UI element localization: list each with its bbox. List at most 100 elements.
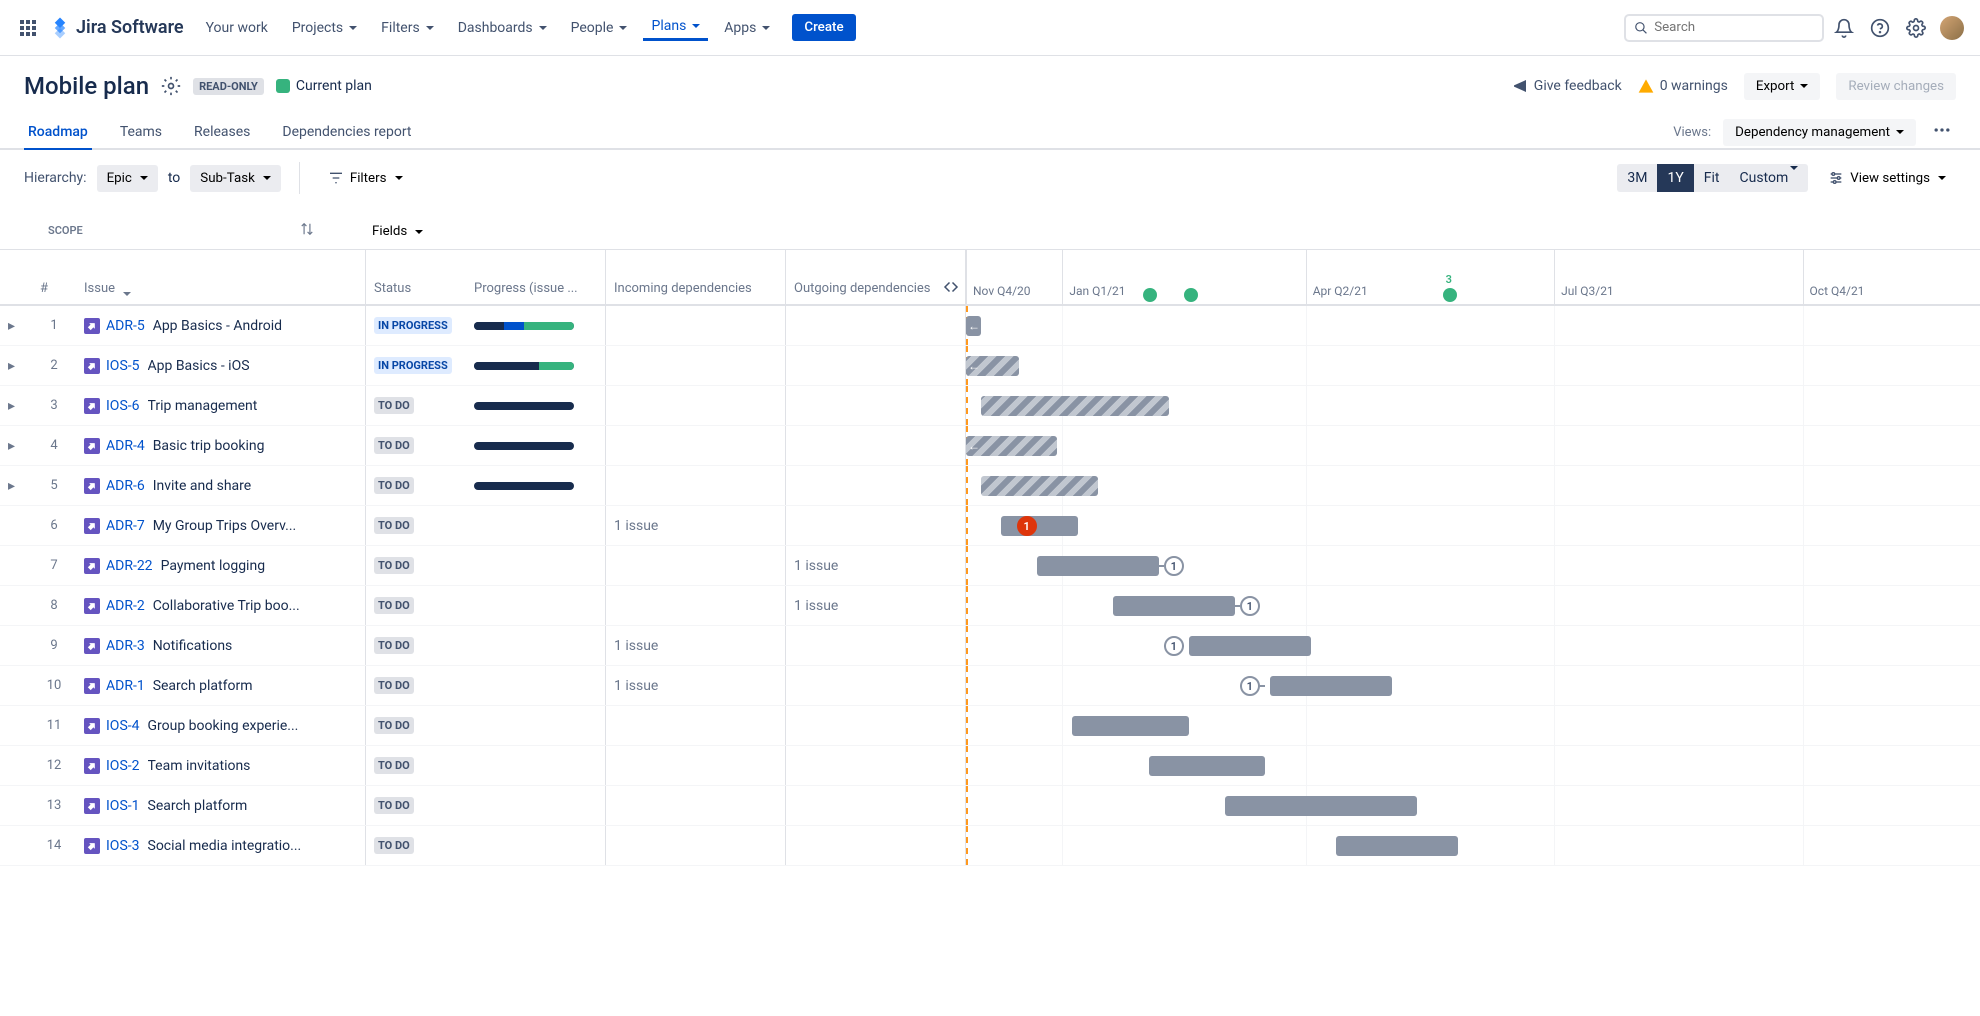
notifications-icon[interactable] [1828, 12, 1860, 44]
tab-roadmap[interactable]: Roadmap [24, 116, 92, 150]
warnings-button[interactable]: 0 warnings [1638, 78, 1728, 94]
tab-releases[interactable]: Releases [190, 116, 254, 148]
expand-icon[interactable]: ▸ [8, 318, 24, 334]
zoom-custom[interactable]: Custom [1729, 164, 1808, 192]
issue-key[interactable]: IOS-1 [106, 798, 140, 814]
nav-dashboards[interactable]: Dashboards [450, 16, 555, 40]
gantt-bar[interactable]: ← [966, 436, 1057, 456]
release-marker[interactable] [1184, 288, 1198, 302]
table-row[interactable]: 9ADR-3NotificationsTO DO1 issue1 [0, 626, 1980, 666]
collapse-columns-icon[interactable] [942, 280, 960, 298]
status-badge[interactable]: IN PROGRESS [374, 357, 452, 374]
gantt-bar[interactable] [1001, 516, 1077, 536]
nav-plans[interactable]: Plans [643, 14, 708, 41]
table-row[interactable]: 13IOS-1Search platformTO DO [0, 786, 1980, 826]
issue-key[interactable]: IOS-4 [106, 718, 140, 734]
status-badge[interactable]: TO DO [374, 677, 414, 694]
table-row[interactable]: 6ADR-7My Group Trips Overv...TO DO1 issu… [0, 506, 1980, 546]
expand-icon[interactable]: ▸ [8, 398, 24, 414]
gantt-bar[interactable] [981, 476, 1098, 496]
table-row[interactable]: 8ADR-2Collaborative Trip boo...TO DO1 is… [0, 586, 1980, 626]
gantt-bar[interactable] [1113, 596, 1235, 616]
release-marker[interactable] [1143, 288, 1157, 302]
table-row[interactable]: ▸4ADR-4Basic trip bookingTO DO← [0, 426, 1980, 466]
status-badge[interactable]: TO DO [374, 397, 414, 414]
dependency-badge[interactable]: 1 [1240, 676, 1260, 696]
table-row[interactable]: 10ADR-1Search platformTO DO1 issue1 [0, 666, 1980, 706]
nav-projects[interactable]: Projects [284, 16, 365, 40]
issue-key[interactable]: ADR-4 [106, 438, 145, 454]
zoom-3m[interactable]: 3M [1617, 164, 1657, 192]
status-badge[interactable]: TO DO [374, 637, 414, 654]
jira-logo[interactable]: Jira Software [48, 16, 184, 40]
issue-key[interactable]: IOS-3 [106, 838, 140, 854]
table-row[interactable]: ▸2IOS-5App Basics - iOSIN PROGRESS← [0, 346, 1980, 386]
release-marker[interactable] [1443, 288, 1457, 302]
table-row[interactable]: ▸3IOS-6Trip managementTO DO [0, 386, 1980, 426]
view-settings-button[interactable]: View settings [1818, 164, 1956, 192]
status-badge[interactable]: TO DO [374, 837, 414, 854]
issue-key[interactable]: ADR-5 [106, 318, 145, 334]
issue-key[interactable]: ADR-22 [106, 558, 153, 574]
dependency-badge[interactable]: 1 [1164, 556, 1184, 576]
table-row[interactable]: 11IOS-4Group booking experie...TO DO [0, 706, 1980, 746]
gantt-bar[interactable] [1072, 716, 1189, 736]
hierarchy-to[interactable]: Sub-Task [190, 165, 281, 192]
table-row[interactable]: ▸1ADR-5App Basics - AndroidIN PROGRESS← [0, 306, 1980, 346]
filters-button[interactable]: Filters [318, 164, 413, 192]
nav-people[interactable]: People [563, 16, 636, 40]
gantt-bar[interactable] [1270, 676, 1392, 696]
app-switcher-icon[interactable] [12, 12, 44, 44]
fields-button[interactable]: Fields [366, 222, 429, 241]
status-badge[interactable]: TO DO [374, 517, 414, 534]
table-row[interactable]: ▸5ADR-6Invite and shareTO DO [0, 466, 1980, 506]
expand-icon[interactable]: ▸ [8, 478, 24, 494]
gantt-bar[interactable] [981, 396, 1169, 416]
help-icon[interactable] [1864, 12, 1896, 44]
expand-icon[interactable]: ▸ [8, 438, 24, 454]
zoom-fit[interactable]: Fit [1694, 164, 1730, 192]
gantt-bar[interactable] [1189, 636, 1311, 656]
issue-key[interactable]: ADR-3 [106, 638, 145, 654]
status-badge[interactable]: TO DO [374, 597, 414, 614]
create-button[interactable]: Create [792, 14, 855, 41]
sort-icon[interactable] [300, 222, 314, 240]
gantt-bar[interactable] [1225, 796, 1418, 816]
gantt-bar[interactable] [1336, 836, 1458, 856]
status-badge[interactable]: TO DO [374, 557, 414, 574]
tab-dependencies-report[interactable]: Dependencies report [278, 116, 415, 148]
dependency-badge[interactable]: 1 [1017, 516, 1037, 536]
tab-teams[interactable]: Teams [116, 116, 166, 148]
table-row[interactable]: 7ADR-22Payment loggingTO DO1 issue1 [0, 546, 1980, 586]
issue-key[interactable]: ADR-2 [106, 598, 145, 614]
col-outgoing[interactable]: Outgoing dependencies [786, 250, 966, 306]
gantt-bar[interactable] [1037, 556, 1159, 576]
issue-key[interactable]: ADR-1 [106, 678, 145, 694]
export-button[interactable]: Export [1744, 73, 1820, 100]
issue-key[interactable]: IOS-6 [106, 398, 140, 414]
hierarchy-from[interactable]: Epic [97, 165, 158, 192]
dependency-badge[interactable]: 1 [1164, 636, 1184, 656]
view-select[interactable]: Dependency management [1723, 119, 1916, 146]
current-plan[interactable]: Current plan [276, 78, 372, 94]
nav-your-work[interactable]: Your work [198, 16, 276, 40]
gantt-bar[interactable]: ← [966, 356, 1019, 376]
dependency-badge[interactable]: 1 [1240, 596, 1260, 616]
status-badge[interactable]: TO DO [374, 757, 414, 774]
issue-key[interactable]: IOS-2 [106, 758, 140, 774]
status-badge[interactable]: TO DO [374, 477, 414, 494]
zoom-1y[interactable]: 1Y [1657, 164, 1693, 192]
expand-icon[interactable]: ▸ [8, 358, 24, 374]
table-row[interactable]: 14IOS-3Social media integratio...TO DO [0, 826, 1980, 866]
gantt-bar[interactable] [1149, 756, 1266, 776]
table-row[interactable]: 12IOS-2Team invitationsTO DO [0, 746, 1980, 786]
status-badge[interactable]: TO DO [374, 437, 414, 454]
status-badge[interactable]: TO DO [374, 797, 414, 814]
issue-key[interactable]: ADR-6 [106, 478, 145, 494]
issue-key[interactable]: IOS-5 [106, 358, 140, 374]
col-incoming[interactable]: Incoming dependencies [606, 250, 786, 306]
plan-settings-icon[interactable] [161, 76, 181, 96]
more-icon[interactable] [1928, 116, 1956, 148]
col-status[interactable]: Status [366, 250, 466, 306]
status-badge[interactable]: TO DO [374, 717, 414, 734]
